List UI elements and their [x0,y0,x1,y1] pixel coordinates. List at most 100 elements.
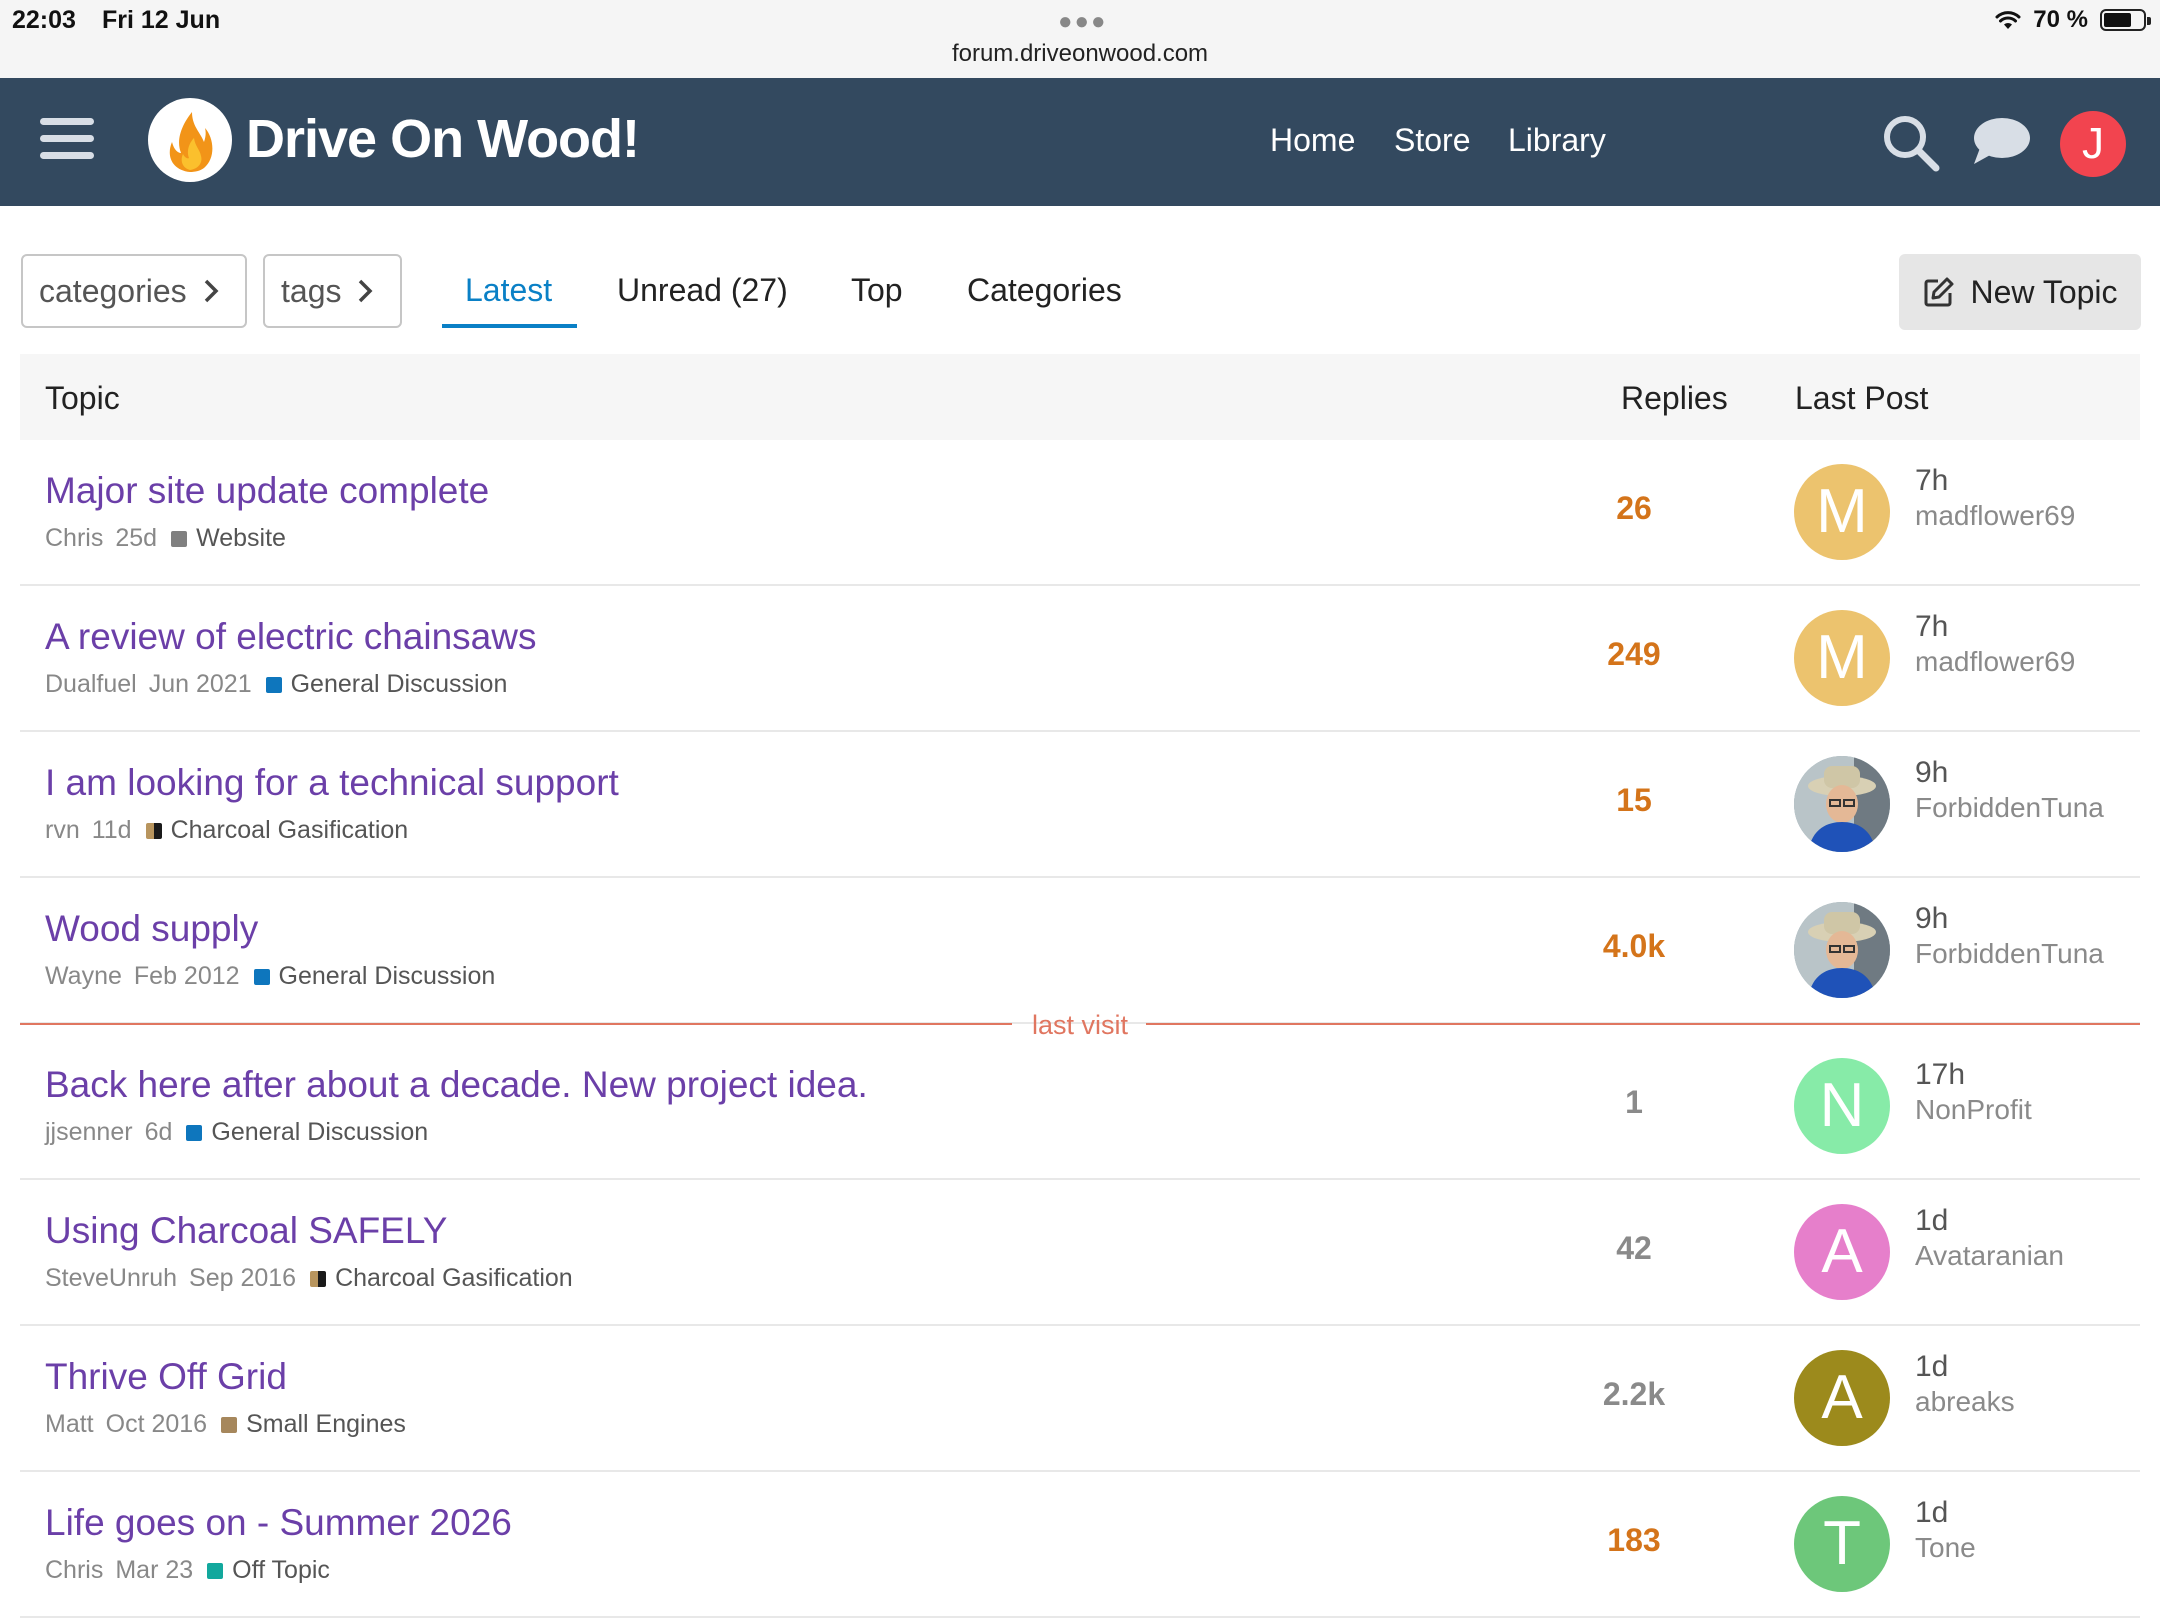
category-badge[interactable]: Website [171,524,286,553]
category-name: Charcoal Gasification [170,816,409,844]
category-badge[interactable]: Charcoal Gasification [310,1264,573,1293]
topic-meta: Wayne Feb 2012 General Discussion [45,962,495,991]
header-replies[interactable]: Replies [1621,380,1728,417]
reply-count[interactable]: 42 [1574,1230,1694,1267]
topic-author[interactable]: Dualfuel [45,670,137,699]
category-badge[interactable]: General Discussion [253,962,496,991]
reply-count[interactable]: 2.2k [1574,1376,1694,1413]
topic-meta: Chris 25d Website [45,524,286,553]
last-poster-avatar[interactable]: A [1794,1350,1890,1446]
reply-count[interactable]: 1 [1574,1084,1694,1121]
topic-row[interactable]: Using Charcoal SAFELY SteveUnruh Sep 2016 C… [20,1180,2140,1326]
reply-count[interactable]: 4.0k [1574,928,1694,965]
nav-home[interactable]: Home [1270,122,1355,159]
last-poster-avatar[interactable]: M [1794,464,1890,560]
new-topic-button[interactable]: New Topic [1899,254,2141,330]
category-badge[interactable]: Off Topic [207,1556,330,1585]
topic-row[interactable]: Back here after about a decade. New proj… [20,1034,2140,1180]
category-badge[interactable]: General Discussion [265,670,507,699]
header-last-post[interactable]: Last Post [1795,380,1928,417]
tags-dropdown[interactable]: tags [263,254,402,328]
last-post-user[interactable]: ForbiddenTuna [1915,792,2104,824]
status-right: 70 % [1995,4,2151,36]
topic-author[interactable]: rvn [45,816,80,845]
nav-library[interactable]: Library [1508,122,1606,159]
topic-author[interactable]: SteveUnruh [45,1264,177,1293]
last-post-user[interactable]: madflower69 [1915,500,2075,532]
last-post-time[interactable]: 1d [1915,1350,1948,1384]
last-poster-avatar[interactable]: M [1794,610,1890,706]
reply-count[interactable]: 15 [1574,782,1694,819]
last-poster-avatar[interactable] [1794,756,1890,852]
topic-row[interactable]: Thrive Off Grid Matt Oct 2016 Small Engines… [20,1326,2140,1472]
category-badge[interactable]: Charcoal Gasification [145,816,409,845]
topic-meta: jjsenner 6d General Discussion [45,1118,428,1147]
category-color-swatch [145,822,162,839]
nav-store[interactable]: Store [1394,122,1470,159]
hamburger-menu-icon[interactable] [40,118,94,164]
reply-count[interactable]: 26 [1574,490,1694,527]
topic-title-link[interactable]: A review of electric chainsaws [45,616,536,658]
last-post-time[interactable]: 9h [1915,756,1948,790]
last-post-time[interactable]: 1d [1915,1496,1948,1530]
reply-count[interactable]: 183 [1574,1522,1694,1559]
last-post-time[interactable]: 1d [1915,1204,1948,1238]
topic-row[interactable]: A review of electric chainsaws Dualfuel Ju… [20,586,2140,732]
tab-latest[interactable]: Latest [465,272,552,309]
topic-author[interactable]: Wayne [45,962,122,991]
topic-row[interactable]: Major site update complete Chris 25d Websit… [20,440,2140,586]
address-bar-url[interactable]: forum.driveonwood.com [0,40,2160,68]
last-post-time[interactable]: 17h [1915,1058,1965,1092]
topic-title-link[interactable]: Thrive Off Grid [45,1356,287,1398]
last-poster-avatar[interactable] [1794,902,1890,998]
category-color-swatch [171,530,188,547]
categories-dropdown[interactable]: categories [21,254,247,328]
tags-dropdown-label: tags [281,272,342,309]
topic-row[interactable]: I am looking for a technical support rvn 1… [20,732,2140,878]
topic-title-link[interactable]: Back here after about a decade. New proj… [45,1064,868,1106]
topic-author[interactable]: jjsenner [45,1118,133,1147]
tab-categories[interactable]: Categories [967,272,1122,309]
last-post-user[interactable]: ForbiddenTuna [1915,938,2104,970]
category-color-swatch [253,968,270,985]
last-post-user[interactable]: Tone [1915,1532,1976,1564]
search-icon[interactable] [1880,112,1942,174]
more-dots-icon[interactable]: ●●● [1058,8,1108,36]
last-post-user[interactable]: NonProfit [1915,1094,2032,1126]
last-post-user[interactable]: madflower69 [1915,646,2075,678]
category-name: General Discussion [278,962,496,990]
topic-title-link[interactable]: Major site update complete [45,470,489,512]
last-post-time[interactable]: 7h [1915,610,1948,644]
topic-row[interactable]: Life goes on - Summer 2026 Chris Mar 23 Off… [20,1472,2140,1618]
chat-bubble-icon[interactable] [1970,114,2032,172]
category-color-swatch [186,1124,203,1141]
category-badge[interactable]: Small Engines [221,1410,406,1439]
topic-title-link[interactable]: Using Charcoal SAFELY [45,1210,447,1252]
topic-author[interactable]: Chris [45,524,103,553]
tab-top[interactable]: Top [851,272,903,309]
flame-logo-icon[interactable] [148,98,232,182]
last-poster-avatar[interactable]: T [1794,1496,1890,1592]
topic-meta: Matt Oct 2016 Small Engines [45,1410,406,1439]
last-poster-avatar[interactable]: A [1794,1204,1890,1300]
last-post-user[interactable]: Avataranian [1915,1240,2064,1272]
last-post-time[interactable]: 7h [1915,464,1948,498]
topic-row[interactable]: Wood supply Wayne Feb 2012 General Discussi… [20,878,2140,1024]
header-topic[interactable]: Topic [45,380,120,417]
topic-author[interactable]: Matt [45,1410,94,1439]
topic-title-link[interactable]: I am looking for a technical support [45,762,619,804]
category-name: Website [196,524,286,552]
reply-count[interactable]: 249 [1574,636,1694,673]
topic-age: 25d [115,524,158,552]
last-post-user[interactable]: abreaks [1915,1386,2015,1418]
topic-title-link[interactable]: Life goes on - Summer 2026 [45,1502,512,1544]
tab-unread[interactable]: Unread (27) [617,272,788,309]
category-badge[interactable]: General Discussion [186,1118,428,1147]
site-title[interactable]: Drive On Wood! [246,108,640,170]
topic-author[interactable]: Chris [45,1556,103,1585]
user-avatar[interactable]: J [2060,111,2126,177]
wifi-icon [1995,11,2021,29]
last-poster-avatar[interactable]: N [1794,1058,1890,1154]
last-post-time[interactable]: 9h [1915,902,1948,936]
topic-title-link[interactable]: Wood supply [45,908,258,950]
